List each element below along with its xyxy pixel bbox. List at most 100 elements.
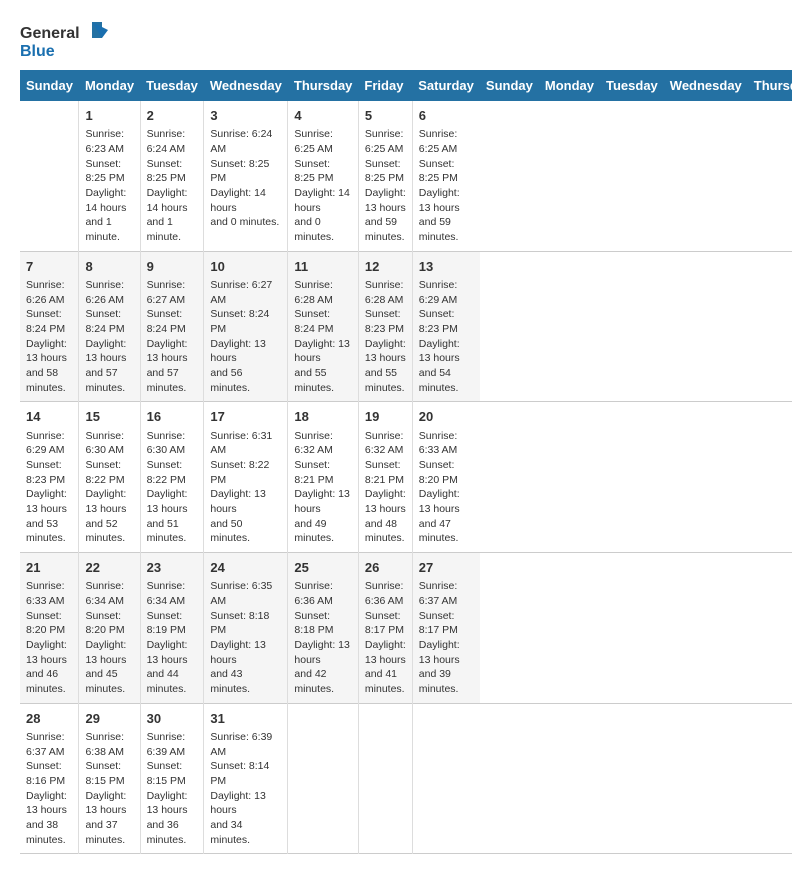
cell-content: Sunrise: 6:25 AM Sunset: 8:25 PM Dayligh… <box>294 127 352 245</box>
calendar-table: SundayMondayTuesdayWednesdayThursdayFrid… <box>20 70 792 854</box>
calendar-cell <box>358 703 412 854</box>
calendar-cell: 10 Sunrise: 6:27 AM Sunset: 8:24 PM Dayli… <box>204 251 288 402</box>
cell-content: Sunrise: 6:37 AM Sunset: 8:16 PM Dayligh… <box>26 730 72 848</box>
calendar-cell: 1 Sunrise: 6:23 AM Sunset: 8:25 PM Daylig… <box>79 101 140 251</box>
cell-content: Sunrise: 6:35 AM Sunset: 8:18 PM Dayligh… <box>210 579 281 697</box>
logo: GeneralBlue <box>20 20 110 60</box>
calendar-week-1: 1 Sunrise: 6:23 AM Sunset: 8:25 PM Daylig… <box>20 101 792 251</box>
calendar-cell: 19Sunrise: 6:32 AM Sunset: 8:21 PM Dayli… <box>358 402 412 553</box>
date-number: 25 <box>294 559 352 577</box>
cell-content: Sunrise: 6:37 AM Sunset: 8:17 PM Dayligh… <box>419 579 474 697</box>
cell-content: Sunrise: 6:32 AM Sunset: 8:21 PM Dayligh… <box>294 429 352 547</box>
calendar-cell: 4 Sunrise: 6:25 AM Sunset: 8:25 PM Daylig… <box>288 101 359 251</box>
calendar-cell: 11 Sunrise: 6:28 AM Sunset: 8:24 PM Dayli… <box>288 251 359 402</box>
date-number: 17 <box>210 408 281 426</box>
date-number: 16 <box>147 408 198 426</box>
cell-content: Sunrise: 6:31 AM Sunset: 8:22 PM Dayligh… <box>210 429 281 547</box>
day-header-thursday: Thursday <box>288 70 359 101</box>
calendar-cell: 20Sunrise: 6:33 AM Sunset: 8:20 PM Dayli… <box>412 402 480 553</box>
date-number: 2 <box>147 107 198 125</box>
date-number: 30 <box>147 710 198 728</box>
date-number: 9 <box>147 258 198 276</box>
date-number: 22 <box>85 559 133 577</box>
cell-content: Sunrise: 6:29 AM Sunset: 8:23 PM Dayligh… <box>419 278 474 396</box>
date-number: 10 <box>210 258 281 276</box>
date-number: 20 <box>419 408 474 426</box>
calendar-cell: 2 Sunrise: 6:24 AM Sunset: 8:25 PM Daylig… <box>140 101 204 251</box>
day-header-monday: Monday <box>79 70 140 101</box>
day-header-tuesday: Tuesday <box>140 70 204 101</box>
date-number: 24 <box>210 559 281 577</box>
cell-content: Sunrise: 6:28 AM Sunset: 8:24 PM Dayligh… <box>294 278 352 396</box>
cell-content: Sunrise: 6:26 AM Sunset: 8:24 PM Dayligh… <box>85 278 133 396</box>
calendar-cell: 26Sunrise: 6:36 AM Sunset: 8:17 PM Dayli… <box>358 553 412 704</box>
calendar-cell <box>412 703 480 854</box>
calendar-cell <box>288 703 359 854</box>
date-number: 4 <box>294 107 352 125</box>
calendar-cell: 18Sunrise: 6:32 AM Sunset: 8:21 PM Dayli… <box>288 402 359 553</box>
calendar-cell: 25 Sunrise: 6:36 AM Sunset: 8:18 PM Dayli… <box>288 553 359 704</box>
calendar-cell: 13 Sunrise: 6:29 AM Sunset: 8:23 PM Dayli… <box>412 251 480 402</box>
calendar-cell: 14 Sunrise: 6:29 AM Sunset: 8:23 PM Dayli… <box>20 402 79 553</box>
date-number: 21 <box>26 559 72 577</box>
date-number: 28 <box>26 710 72 728</box>
day-header: Wednesday <box>664 70 748 101</box>
calendar-cell: 30Sunrise: 6:39 AM Sunset: 8:15 PM Dayli… <box>140 703 204 854</box>
day-header: Monday <box>539 70 600 101</box>
cell-content: Sunrise: 6:39 AM Sunset: 8:14 PM Dayligh… <box>210 730 281 848</box>
cell-content: Sunrise: 6:27 AM Sunset: 8:24 PM Dayligh… <box>210 278 281 396</box>
cell-content: Sunrise: 6:24 AM Sunset: 8:25 PM Dayligh… <box>210 127 281 230</box>
page-header: GeneralBlue <box>20 20 772 60</box>
date-number: 14 <box>26 408 72 426</box>
calendar-cell: 31 Sunrise: 6:39 AM Sunset: 8:14 PM Dayli… <box>204 703 288 854</box>
calendar-cell: 7 Sunrise: 6:26 AM Sunset: 8:24 PM Daylig… <box>20 251 79 402</box>
calendar-cell: 5 Sunrise: 6:25 AM Sunset: 8:25 PM Daylig… <box>358 101 412 251</box>
date-number: 15 <box>85 408 133 426</box>
date-number: 31 <box>210 710 281 728</box>
calendar-header-row: SundayMondayTuesdayWednesdayThursdayFrid… <box>20 70 792 101</box>
date-number: 26 <box>365 559 406 577</box>
cell-content: Sunrise: 6:36 AM Sunset: 8:18 PM Dayligh… <box>294 579 352 697</box>
date-number: 11 <box>294 258 352 276</box>
cell-content: Sunrise: 6:33 AM Sunset: 8:20 PM Dayligh… <box>26 579 72 697</box>
cell-content: Sunrise: 6:26 AM Sunset: 8:24 PM Dayligh… <box>26 278 72 396</box>
day-header: Tuesday <box>600 70 664 101</box>
logo-svg: GeneralBlue <box>20 20 110 60</box>
cell-content: Sunrise: 6:30 AM Sunset: 8:22 PM Dayligh… <box>147 429 198 547</box>
svg-text:General: General <box>20 25 80 42</box>
cell-content: Sunrise: 6:27 AM Sunset: 8:24 PM Dayligh… <box>147 278 198 396</box>
calendar-cell: 15Sunrise: 6:30 AM Sunset: 8:22 PM Dayli… <box>79 402 140 553</box>
cell-content: Sunrise: 6:24 AM Sunset: 8:25 PM Dayligh… <box>147 127 198 245</box>
date-number: 12 <box>365 258 406 276</box>
svg-text:Blue: Blue <box>20 43 55 60</box>
cell-content: Sunrise: 6:25 AM Sunset: 8:25 PM Dayligh… <box>365 127 406 245</box>
calendar-cell: 24 Sunrise: 6:35 AM Sunset: 8:18 PM Dayli… <box>204 553 288 704</box>
calendar-cell <box>20 101 79 251</box>
cell-content: Sunrise: 6:29 AM Sunset: 8:23 PM Dayligh… <box>26 429 72 547</box>
calendar-week-5: 28 Sunrise: 6:37 AM Sunset: 8:16 PM Dayli… <box>20 703 792 854</box>
day-header: Sunday <box>480 70 539 101</box>
cell-content: Sunrise: 6:23 AM Sunset: 8:25 PM Dayligh… <box>85 127 133 245</box>
cell-content: Sunrise: 6:28 AM Sunset: 8:23 PM Dayligh… <box>365 278 406 396</box>
date-number: 3 <box>210 107 281 125</box>
date-number: 8 <box>85 258 133 276</box>
calendar-cell: 27 Sunrise: 6:37 AM Sunset: 8:17 PM Dayli… <box>412 553 480 704</box>
date-number: 7 <box>26 258 72 276</box>
date-number: 5 <box>365 107 406 125</box>
calendar-cell: 22 Sunrise: 6:34 AM Sunset: 8:20 PM Dayli… <box>79 553 140 704</box>
calendar-cell: 9 Sunrise: 6:27 AM Sunset: 8:24 PM Daylig… <box>140 251 204 402</box>
cell-content: Sunrise: 6:32 AM Sunset: 8:21 PM Dayligh… <box>365 429 406 547</box>
calendar-cell: 21 Sunrise: 6:33 AM Sunset: 8:20 PM Dayli… <box>20 553 79 704</box>
date-number: 27 <box>419 559 474 577</box>
date-number: 1 <box>85 107 133 125</box>
calendar-cell: 16 Sunrise: 6:30 AM Sunset: 8:22 PM Dayli… <box>140 402 204 553</box>
calendar-cell: 6Sunrise: 6:25 AM Sunset: 8:25 PM Daylig… <box>412 101 480 251</box>
date-number: 29 <box>85 710 133 728</box>
day-header-wednesday: Wednesday <box>204 70 288 101</box>
date-number: 13 <box>419 258 474 276</box>
calendar-week-2: 7 Sunrise: 6:26 AM Sunset: 8:24 PM Daylig… <box>20 251 792 402</box>
cell-content: Sunrise: 6:34 AM Sunset: 8:20 PM Dayligh… <box>85 579 133 697</box>
date-number: 6 <box>419 107 474 125</box>
day-header-friday: Friday <box>358 70 412 101</box>
day-header-saturday: Saturday <box>412 70 480 101</box>
